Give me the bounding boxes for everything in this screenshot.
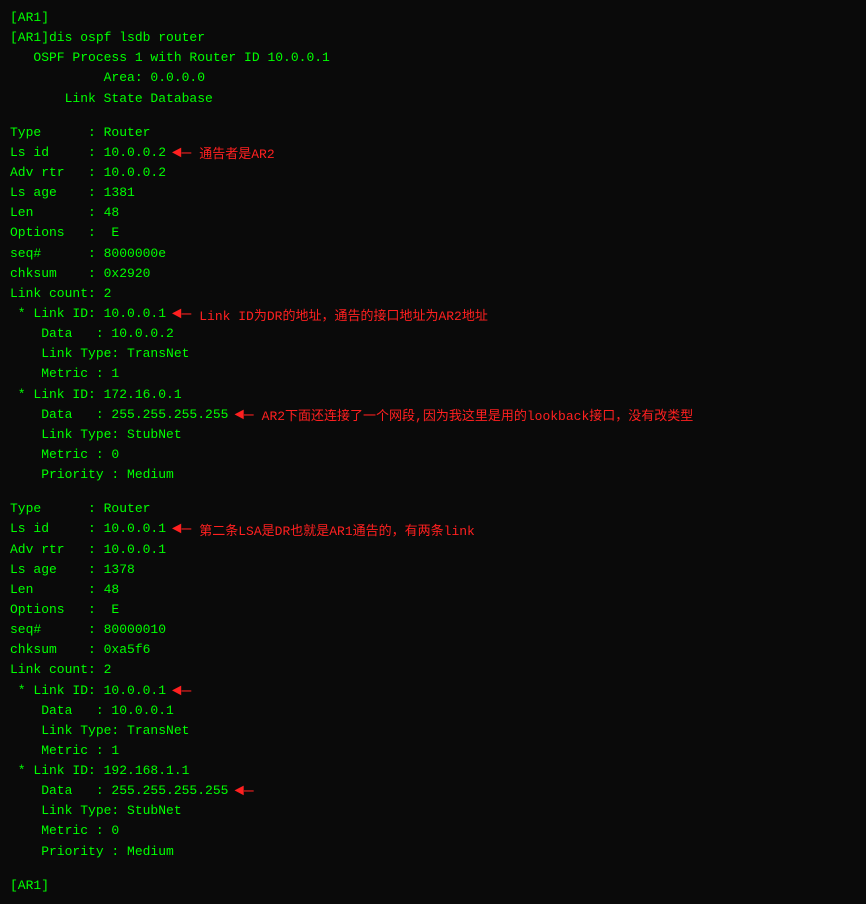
annotation-arrow-2: ◄— bbox=[172, 305, 191, 323]
lsa1-len: Len : 48 bbox=[10, 203, 856, 223]
lsa1-type-row: Type : Router bbox=[10, 123, 856, 143]
header-line1: OSPF Process 1 with Router ID 10.0.0.1 bbox=[10, 48, 856, 68]
lsa1-link1-data: Data : 10.0.0.2 bbox=[10, 324, 856, 344]
lsa1-link1-metric: Metric : 1 bbox=[10, 364, 856, 384]
header-line2: Area: 0.0.0.0 bbox=[10, 68, 856, 88]
lsa2-link2-priority: Priority : Medium bbox=[10, 842, 856, 862]
lsa2-lsage: Ls age : 1378 bbox=[10, 560, 856, 580]
lsa1-link1id-row: * Link ID: 10.0.0.1 ◄— Link ID为DR的地址，通告的… bbox=[10, 304, 856, 324]
lsa1-link2-metric: Metric : 0 bbox=[10, 445, 856, 465]
annotation-text-3: AR2下面还连接了一个网段,因为我这里是用的lookback接口，没有改类型 bbox=[262, 405, 694, 424]
lsa1-link2-data: Data : 255.255.255.255 bbox=[10, 405, 228, 425]
lsa2-link1id-row: * Link ID: 10.0.0.1 ◄— bbox=[10, 681, 856, 701]
lsa1-seq: seq# : 8000000e bbox=[10, 244, 856, 264]
lsa2-link2-type: Link Type: StubNet bbox=[10, 801, 856, 821]
lsa1-link1-type: Link Type: TransNet bbox=[10, 344, 856, 364]
lsa1-chksum: chksum : 0x2920 bbox=[10, 264, 856, 284]
lsa2-link2-metric: Metric : 0 bbox=[10, 821, 856, 841]
lsa2-lsid: Ls id : 10.0.0.1 bbox=[10, 519, 166, 539]
annotation-arrow-4: ◄— bbox=[172, 520, 191, 538]
lsa2-link1-metric: Metric : 1 bbox=[10, 741, 856, 761]
lsa2-link2-data: Data : 255.255.255.255 bbox=[10, 781, 228, 801]
annotation-text-2: Link ID为DR的地址，通告的接口地址为AR2地址 bbox=[199, 305, 488, 324]
annotation-text-4: 第二条LSA是DR也就是AR1通告的，有两条link bbox=[199, 520, 475, 539]
lsa1-type: Type : Router bbox=[10, 123, 150, 143]
lsa2-linkcount: Link count: 2 bbox=[10, 660, 856, 680]
lsa1-options: Options : E bbox=[10, 223, 856, 243]
lsa1-link2-id: * Link ID: 172.16.0.1 bbox=[10, 385, 182, 405]
command-line: [AR1]dis ospf lsdb router bbox=[10, 28, 856, 48]
lsa2-link1-id: * Link ID: 10.0.0.1 bbox=[10, 681, 166, 701]
lsa2-chksum: chksum : 0xa5f6 bbox=[10, 640, 856, 660]
lsa2-len: Len : 48 bbox=[10, 580, 856, 600]
lsa1-lsid-row: Ls id : 10.0.0.2 ◄— 通告者是AR2 bbox=[10, 143, 856, 163]
lsa2-link2data-row: Data : 255.255.255.255 ◄— bbox=[10, 781, 856, 801]
lsa1-lsid: Ls id : 10.0.0.2 bbox=[10, 143, 166, 163]
annotation-arrow-6: ◄— bbox=[234, 782, 253, 800]
lsa1-link2data-row: Data : 255.255.255.255 ◄— AR2下面还连接了一个网段,… bbox=[10, 405, 856, 425]
header-line3: Link State Database bbox=[10, 89, 856, 109]
lsa1-advrtr: Adv rtr : 10.0.0.2 bbox=[10, 163, 856, 183]
lsa1-linkcount: Link count: 2 bbox=[10, 284, 856, 304]
prompt-line-1: [AR1] bbox=[10, 8, 856, 28]
lsa2-advrtr: Adv rtr : 10.0.0.1 bbox=[10, 540, 856, 560]
lsa1-link2-priority: Priority : Medium bbox=[10, 465, 856, 485]
lsa2-lsid-row: Ls id : 10.0.0.1 ◄— 第二条LSA是DR也就是AR1通告的，有… bbox=[10, 519, 856, 539]
annotation-arrow-5: ◄— bbox=[172, 682, 191, 700]
annotation-text-1: 通告者是AR2 bbox=[199, 143, 274, 162]
lsa1-link2id-row: * Link ID: 172.16.0.1 bbox=[10, 385, 856, 405]
lsa2-link1-type: Link Type: TransNet bbox=[10, 721, 856, 741]
lsa1-link2-type: Link Type: StubNet bbox=[10, 425, 856, 445]
terminal-window: [AR1] [AR1]dis ospf lsdb router OSPF Pro… bbox=[10, 8, 856, 896]
annotation-arrow-3: ◄— bbox=[234, 406, 253, 424]
lsa2-link2-id: * Link ID: 192.168.1.1 bbox=[10, 761, 856, 781]
lsa2-link1-data: Data : 10.0.0.1 bbox=[10, 701, 856, 721]
lsa2-options: Options : E bbox=[10, 600, 856, 620]
prompt-line-2: [AR1] bbox=[10, 876, 856, 896]
lsa1-lsage: Ls age : 1381 bbox=[10, 183, 856, 203]
lsa1-link1-id: * Link ID: 10.0.0.1 bbox=[10, 304, 166, 324]
lsa2-seq: seq# : 80000010 bbox=[10, 620, 856, 640]
lsa2-type: Type : Router bbox=[10, 499, 856, 519]
annotation-arrow-1: ◄— bbox=[172, 144, 191, 162]
